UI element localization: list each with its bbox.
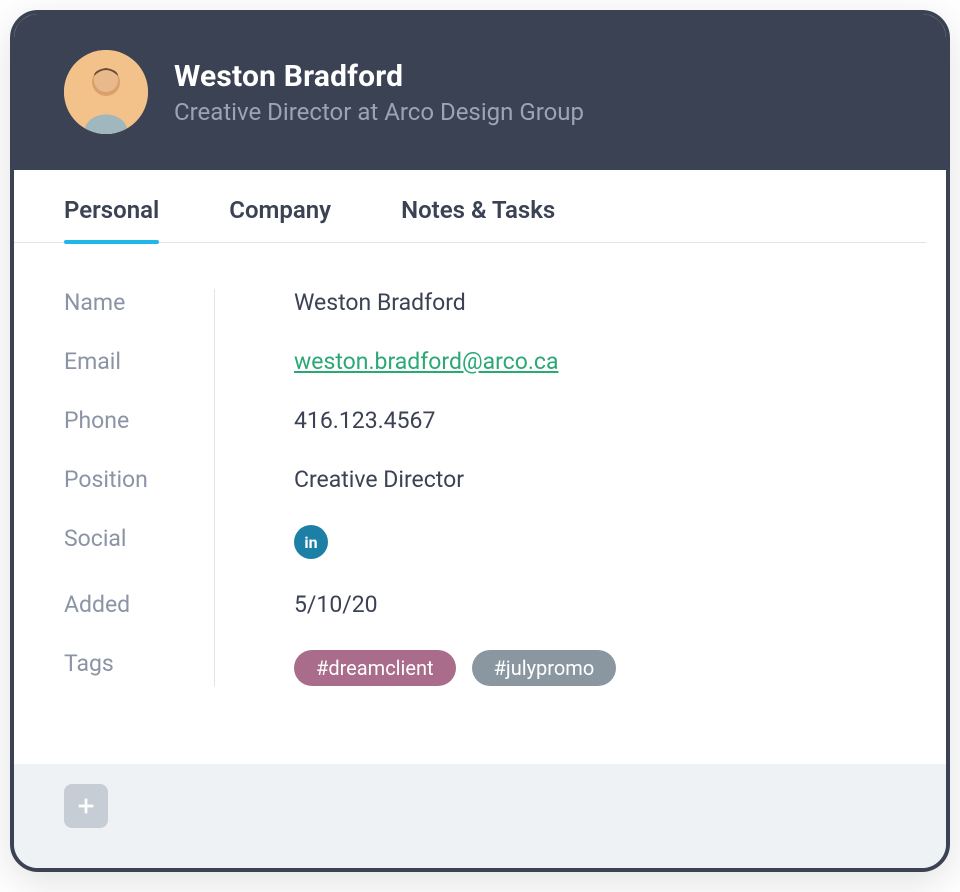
label-social: Social xyxy=(64,525,194,559)
value-name: Weston Bradford xyxy=(254,289,896,316)
avatar-image xyxy=(64,50,148,134)
label-phone: Phone xyxy=(64,407,194,434)
value-email-wrap: weston.bradford@arco.ca xyxy=(254,348,896,375)
value-email[interactable]: weston.bradford@arco.ca xyxy=(294,348,558,375)
contact-name: Weston Bradford xyxy=(174,59,584,94)
label-position: Position xyxy=(64,466,194,493)
card-footer xyxy=(14,764,946,868)
tab-notes-tasks[interactable]: Notes & Tasks xyxy=(401,196,555,242)
value-position: Creative Director xyxy=(254,466,896,493)
plus-icon xyxy=(75,795,97,817)
label-added: Added xyxy=(64,591,194,618)
tag-dreamclient[interactable]: #dreamclient xyxy=(294,650,456,686)
details-grid: Name Weston Bradford Email weston.bradfo… xyxy=(64,289,896,686)
contact-card: Weston Bradford Creative Director at Arc… xyxy=(10,10,950,872)
label-tags: Tags xyxy=(64,650,194,686)
card-body: Name Weston Bradford Email weston.bradfo… xyxy=(14,243,946,764)
tab-company[interactable]: Company xyxy=(229,196,331,242)
tag-julypromo[interactable]: #julypromo xyxy=(472,650,617,686)
value-social: in xyxy=(254,525,896,559)
header-text: Weston Bradford Creative Director at Arc… xyxy=(174,59,584,126)
card-header: Weston Bradford Creative Director at Arc… xyxy=(14,14,946,170)
avatar[interactable] xyxy=(64,50,148,134)
tags-row: #dreamclient #julypromo xyxy=(254,650,896,686)
tab-personal[interactable]: Personal xyxy=(64,196,159,242)
linkedin-icon[interactable]: in xyxy=(294,525,328,559)
tabs: Personal Company Notes & Tasks xyxy=(14,170,926,243)
value-phone: 416.123.4567 xyxy=(254,407,896,434)
label-email: Email xyxy=(64,348,194,375)
contact-subtitle: Creative Director at Arco Design Group xyxy=(174,98,584,126)
add-button[interactable] xyxy=(64,784,108,828)
label-name: Name xyxy=(64,289,194,316)
value-added: 5/10/20 xyxy=(254,591,896,618)
